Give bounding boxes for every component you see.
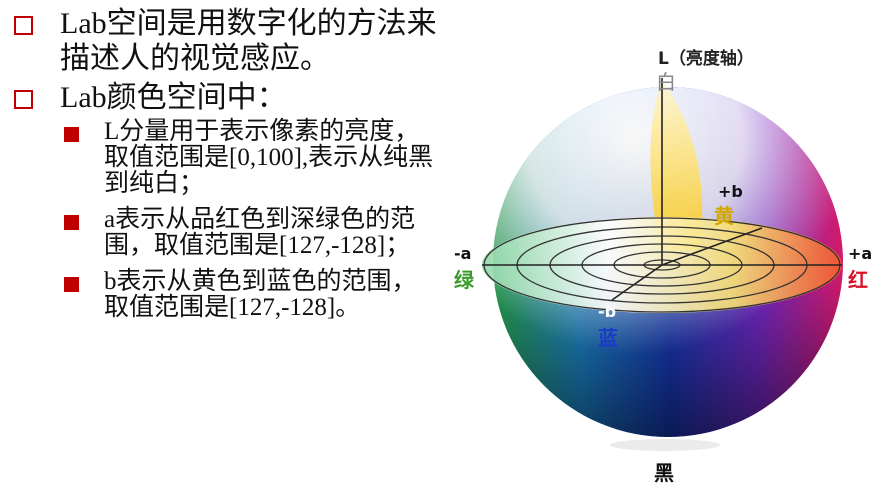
plus-b-label: +b	[718, 182, 743, 201]
sub-bullet-list: L分量用于表示像素的亮度，取值范围是[0,100],表示从纯黑到纯白； a表示从…	[10, 119, 440, 321]
yellow-label: 黄	[714, 204, 734, 228]
bullet-item: Lab空间是用数字化的方法来描述人的视觉感应。	[10, 6, 440, 76]
green-label: 绿	[454, 268, 474, 292]
minus-a-label: -a	[454, 244, 472, 263]
filled-square-bullet-icon	[64, 127, 79, 142]
sub-bullet-item: b表示从黄色到蓝色的范围，取值范围是[127,-128]。	[64, 269, 440, 321]
filled-square-bullet-icon	[64, 215, 79, 230]
lab-color-sphere-figure: L（亮度轴） 白 +b 黄 -a 绿 +a 红 -b 蓝 黑	[440, 0, 889, 496]
bullet-item: Lab颜色空间中：	[10, 80, 440, 115]
red-label: 红	[848, 268, 868, 292]
black-label: 黑	[654, 461, 674, 485]
bullet-text: Lab颜色空间中：	[60, 81, 287, 114]
bullet-list: Lab空间是用数字化的方法来描述人的视觉感应。 Lab颜色空间中： L分量用于表…	[10, 6, 440, 331]
white-label: 白	[656, 70, 676, 94]
minus-b-label: -b	[598, 302, 617, 321]
sub-bullet-item: a表示从品红色到深绿色的范围，取值范围是[127,-128]；	[64, 207, 440, 259]
hollow-square-bullet-icon	[14, 16, 33, 35]
sub-bullet-text: b表示从黄色到蓝色的范围，取值范围是[127,-128]。	[104, 268, 417, 321]
hollow-square-bullet-icon	[14, 90, 33, 109]
blue-label: 蓝	[598, 326, 618, 350]
sub-bullet-text: L分量用于表示像素的亮度，取值范围是[0,100],表示从纯黑到纯白；	[104, 118, 434, 197]
sub-bullet-item: L分量用于表示像素的亮度，取值范围是[0,100],表示从纯黑到纯白；	[64, 119, 440, 197]
bullet-text: Lab空间是用数字化的方法来描述人的视觉感应。	[60, 7, 437, 75]
sub-bullet-text: a表示从品红色到深绿色的范围，取值范围是[127,-128]；	[104, 206, 416, 259]
plus-a-label: +a	[848, 244, 873, 263]
filled-square-bullet-icon	[64, 277, 79, 292]
